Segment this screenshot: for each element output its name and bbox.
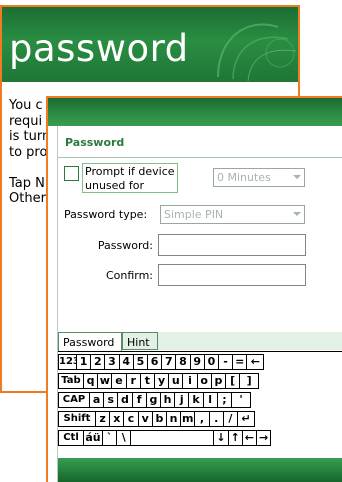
password-input[interactable] bbox=[158, 234, 306, 256]
arrow-up-key[interactable]: ↑ bbox=[227, 430, 243, 446]
tab-hint[interactable]: Hint bbox=[122, 332, 158, 350]
key-0[interactable]: 0 bbox=[203, 354, 219, 370]
password-type-value: Simple PIN bbox=[164, 208, 224, 221]
key-f[interactable]: f bbox=[131, 392, 147, 408]
bottom-menu-bar bbox=[58, 458, 342, 482]
key-x[interactable]: x bbox=[109, 411, 125, 427]
key-symbol[interactable]: = bbox=[232, 354, 248, 370]
arrow-left-key[interactable]: ← bbox=[241, 430, 257, 446]
key-q[interactable]: q bbox=[83, 373, 99, 389]
key-s[interactable]: s bbox=[103, 392, 119, 408]
tab-password[interactable]: Password bbox=[58, 332, 122, 351]
swirl-decoration-icon bbox=[217, 23, 297, 82]
password-settings-screen: Password Prompt if device unused for 0 M… bbox=[46, 96, 342, 482]
key-y[interactable]: y bbox=[154, 373, 170, 389]
backspace-key[interactable]: ← bbox=[246, 354, 265, 370]
timeout-select[interactable]: 0 Minutes bbox=[213, 168, 305, 187]
key-z[interactable]: z bbox=[95, 411, 111, 427]
caps-lock-key[interactable]: CAP bbox=[58, 392, 90, 408]
key-p[interactable]: p bbox=[210, 373, 226, 389]
arrow-down-key[interactable]: ↓ bbox=[213, 430, 229, 446]
key-symbol[interactable]: ] bbox=[239, 373, 260, 389]
back-page-title: password bbox=[9, 27, 189, 70]
key-o[interactable]: o bbox=[196, 373, 212, 389]
key-8[interactable]: 8 bbox=[175, 354, 191, 370]
prompt-if-unused-checkbox[interactable] bbox=[64, 166, 79, 181]
key-3[interactable]: 3 bbox=[104, 354, 120, 370]
key-l[interactable]: l bbox=[202, 392, 218, 408]
key-6[interactable]: 6 bbox=[147, 354, 163, 370]
key-symbol[interactable]: \ bbox=[116, 430, 132, 446]
prompt-if-unused-label[interactable]: Prompt if device unused for bbox=[85, 165, 175, 193]
key-j[interactable]: j bbox=[174, 392, 190, 408]
key-t[interactable]: t bbox=[139, 373, 155, 389]
confirm-input[interactable] bbox=[158, 264, 306, 286]
password-label: Password: bbox=[97, 239, 153, 252]
accents-key[interactable]: áü bbox=[83, 430, 103, 446]
password-dialog: Password Prompt if device unused for 0 M… bbox=[57, 126, 342, 482]
key-a[interactable]: a bbox=[89, 392, 105, 408]
back-header-banner: password bbox=[2, 7, 298, 82]
tab-key[interactable]: Tab bbox=[58, 373, 84, 389]
key-h[interactable]: h bbox=[160, 392, 176, 408]
dialog-title: Password bbox=[65, 136, 125, 149]
key-symbol[interactable]: / bbox=[222, 411, 238, 427]
key-r[interactable]: r bbox=[125, 373, 141, 389]
key-symbol[interactable]: ; bbox=[216, 392, 232, 408]
key-n[interactable]: n bbox=[166, 411, 182, 427]
confirm-label: Confirm: bbox=[105, 269, 153, 282]
key-c[interactable]: c bbox=[123, 411, 139, 427]
shift-key[interactable]: Shift bbox=[58, 411, 96, 427]
chevron-down-icon bbox=[293, 212, 301, 216]
key-symbol[interactable]: , bbox=[194, 411, 210, 427]
dialog-tabs: Password Hint bbox=[58, 332, 342, 351]
timeout-select-value: 0 Minutes bbox=[217, 171, 271, 184]
key-m[interactable]: m bbox=[180, 411, 196, 427]
key-u[interactable]: u bbox=[168, 373, 184, 389]
password-type-select[interactable]: Simple PIN bbox=[160, 205, 305, 224]
key-k[interactable]: k bbox=[188, 392, 204, 408]
chevron-down-icon bbox=[293, 175, 301, 179]
key-2[interactable]: 2 bbox=[90, 354, 106, 370]
key-d[interactable]: d bbox=[117, 392, 133, 408]
key-7[interactable]: 7 bbox=[161, 354, 177, 370]
key-symbol[interactable]: - bbox=[218, 354, 234, 370]
key-4[interactable]: 4 bbox=[118, 354, 134, 370]
key-g[interactable]: g bbox=[145, 392, 161, 408]
soft-keyboard: 1231234567890-=←Tabqwertyuiop[]CAPasdfgh… bbox=[58, 351, 342, 448]
key-5[interactable]: 5 bbox=[132, 354, 148, 370]
space-key[interactable] bbox=[130, 430, 215, 446]
key-1[interactable]: 1 bbox=[76, 354, 92, 370]
key-symbol[interactable]: [ bbox=[225, 373, 241, 389]
key-b[interactable]: b bbox=[151, 411, 167, 427]
key-v[interactable]: v bbox=[137, 411, 153, 427]
title-divider bbox=[58, 157, 342, 158]
key-symbol[interactable]: . bbox=[208, 411, 224, 427]
key-9[interactable]: 9 bbox=[189, 354, 205, 370]
key-symbol[interactable]: ` bbox=[102, 430, 118, 446]
ctrl-key[interactable]: Ctl bbox=[58, 430, 84, 446]
key-e[interactable]: e bbox=[111, 373, 127, 389]
key-i[interactable]: i bbox=[182, 373, 198, 389]
arrow-right-key[interactable]: → bbox=[256, 430, 272, 446]
key-symbol[interactable]: ' bbox=[231, 392, 251, 408]
password-type-label: Password type: bbox=[64, 208, 148, 221]
front-header-banner bbox=[48, 98, 342, 126]
numbers-key[interactable]: 123 bbox=[58, 354, 77, 370]
key-w[interactable]: w bbox=[97, 373, 113, 389]
tab-strip-fill bbox=[158, 332, 342, 350]
enter-key[interactable]: ↵ bbox=[237, 411, 255, 427]
